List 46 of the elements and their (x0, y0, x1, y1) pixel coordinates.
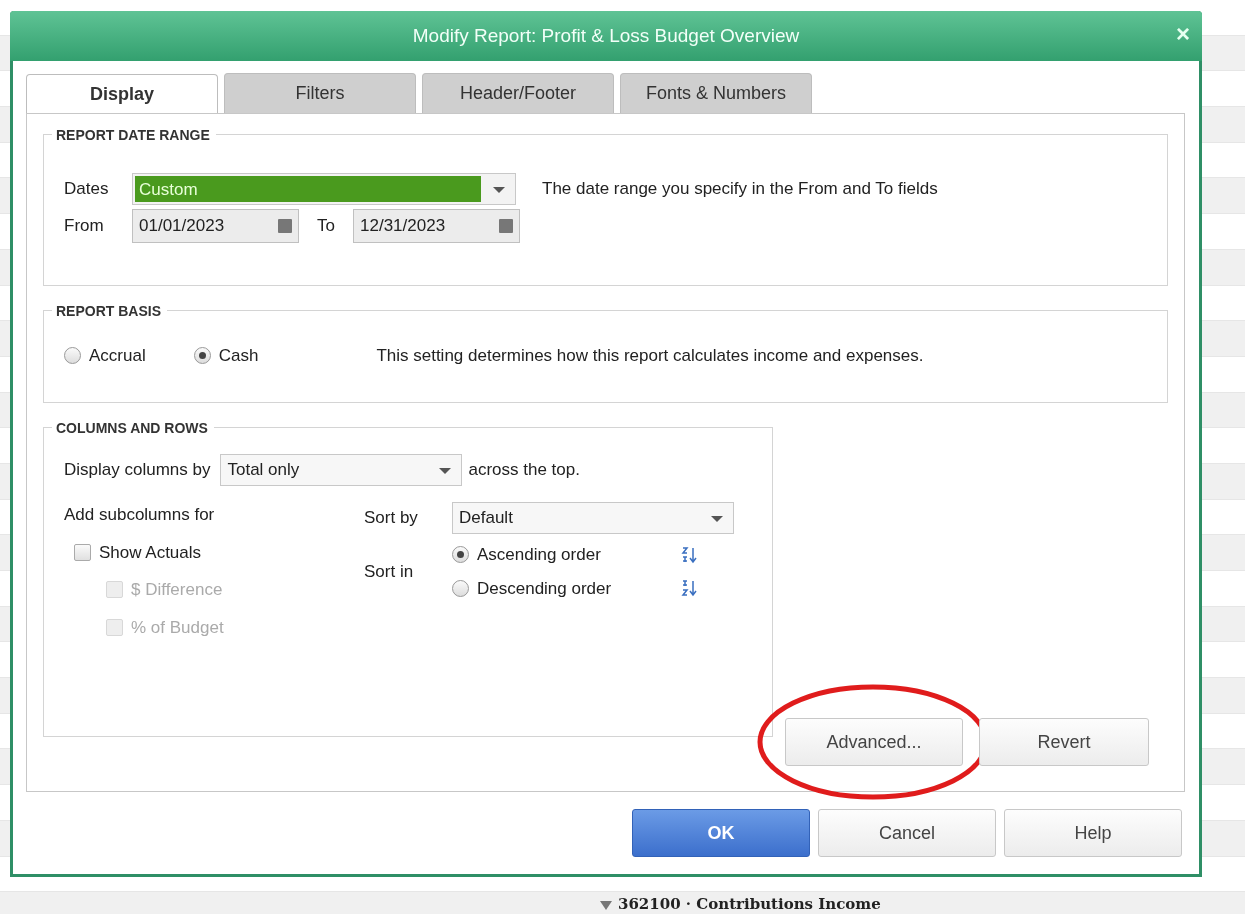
button[interactable]: Cancel (818, 809, 996, 857)
tab[interactable]: Display (26, 74, 218, 114)
tab[interactable]: Header/Footer (422, 73, 614, 113)
checkbox-label: $ Difference (131, 579, 223, 601)
option-label: Ascending order (477, 544, 602, 566)
field-label: From (64, 215, 105, 238)
dropdown-value: Custom (135, 176, 481, 202)
option-label: Descending order (477, 577, 613, 600)
button[interactable]: Help (1004, 809, 1182, 857)
to-date-field[interactable]: 12/31/2023 (353, 209, 520, 243)
field-label: across the top. (468, 459, 580, 482)
caret-icon (493, 187, 505, 193)
tab[interactable]: Fonts & Numbers (620, 73, 812, 113)
checkbox-label: % of Budget (131, 616, 224, 639)
window-title: Modify Report: Profit & Loss Budget Overview (412, 23, 800, 48)
from-date-field[interactable]: 01/01/2023 (132, 209, 299, 243)
radio-button[interactable] (452, 546, 469, 564)
expand-arrow-icon[interactable] (600, 900, 612, 910)
sort-ascending-icon[interactable] (681, 545, 697, 564)
field-label: Add subcolumns for (64, 504, 216, 526)
checkbox[interactable] (74, 543, 91, 561)
field-label: To (316, 215, 336, 238)
calendar-icon (499, 219, 513, 233)
hint-text: The date range you specify in the From and To fields (542, 178, 938, 201)
button[interactable]: Advanced... (785, 718, 963, 766)
radio-button[interactable] (64, 347, 81, 365)
caret-icon (711, 516, 723, 522)
field-label: Display columns by (64, 459, 211, 482)
caret-icon (439, 468, 452, 474)
display-columns-dropdown[interactable]: Total only (220, 454, 463, 486)
field-label: Sort by (364, 507, 419, 530)
option-label: Cash (218, 345, 259, 367)
tab[interactable]: Filters (224, 73, 416, 113)
radio-button[interactable] (193, 347, 211, 365)
sort-by-dropdown[interactable]: Default (452, 502, 734, 534)
calendar-icon (278, 219, 292, 233)
sort-descending-icon[interactable] (681, 579, 697, 598)
field-label: Dates (64, 178, 110, 201)
checkbox-label: Show Actuals (99, 541, 202, 564)
button[interactable]: OK (632, 809, 810, 857)
radio-button[interactable] (452, 579, 469, 597)
report-row-label: 362100 · Contributions Income (600, 893, 881, 914)
hint-text: This setting determines how this report calculates income and expenses. (376, 345, 924, 367)
field-label: Sort in (364, 560, 415, 583)
option-label: Accrual (89, 345, 146, 367)
button[interactable]: Revert (979, 718, 1149, 766)
